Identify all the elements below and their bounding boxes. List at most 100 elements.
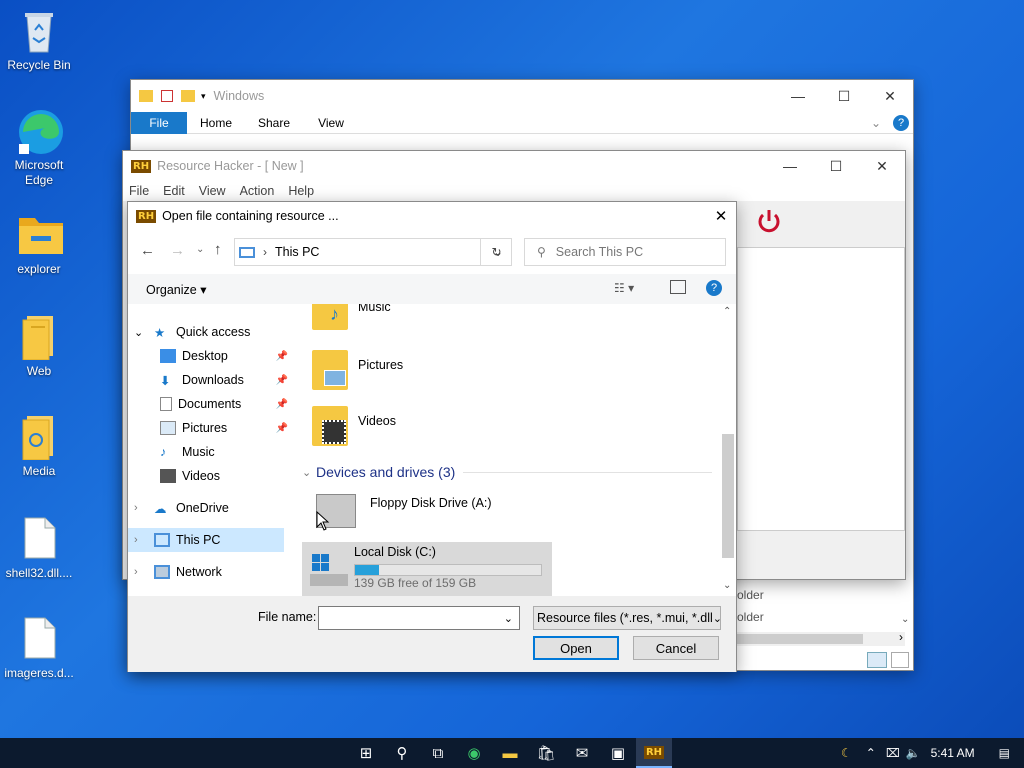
tab-share[interactable]: Share xyxy=(245,116,303,130)
properties-icon[interactable] xyxy=(161,90,173,102)
nav-label: Network xyxy=(176,565,222,579)
tab-home[interactable]: Home xyxy=(187,116,245,130)
forward-arrow-icon[interactable]: → xyxy=(170,242,185,259)
horizontal-scrollbar[interactable]: › xyxy=(737,630,905,646)
nav-documents[interactable]: Documents 📌 xyxy=(128,392,288,416)
up-arrow-icon[interactable]: ↑ xyxy=(214,241,222,258)
help-icon[interactable]: ? xyxy=(706,280,722,296)
nav-quick-access[interactable]: ⌄ ★ Quick access xyxy=(128,320,288,344)
back-arrow-icon[interactable]: ← xyxy=(140,242,155,259)
help-icon[interactable]: ? xyxy=(893,114,909,131)
nav-this-pc[interactable]: › This PC xyxy=(128,528,284,552)
minimize-button[interactable]: — xyxy=(767,158,813,175)
collapsed-chevron-icon[interactable]: › xyxy=(134,566,154,578)
explorer-list-row[interactable]: older xyxy=(737,588,764,602)
drive-item-local-disk[interactable]: Local Disk (C:) 139 GB free of 159 GB xyxy=(302,542,552,596)
power-icon[interactable] xyxy=(755,207,783,235)
recent-locations-icon[interactable]: ⌄ xyxy=(196,244,204,255)
collapsed-chevron-icon[interactable]: › xyxy=(134,534,154,546)
content-scrollbar[interactable]: ⌃ ⌄ xyxy=(720,304,736,596)
clock-time[interactable]: 5:41 AM xyxy=(931,746,975,760)
nav-videos[interactable]: Videos xyxy=(128,464,288,488)
night-light-icon[interactable]: ☾ xyxy=(841,746,852,760)
scroll-down-icon[interactable]: ⌄ xyxy=(723,580,731,591)
open-button[interactable]: Open xyxy=(533,636,619,660)
notifications-icon[interactable]: ▤ xyxy=(999,746,1010,760)
nav-network[interactable]: › Network xyxy=(128,560,288,584)
cancel-button[interactable]: Cancel xyxy=(633,636,719,660)
file-type-select[interactable]: Resource files (*.res, *.mui, *.dll ⌄ xyxy=(533,606,721,630)
desktop-icon-web[interactable]: Web xyxy=(1,314,77,379)
edge-icon[interactable]: ◉ xyxy=(456,738,492,768)
store-icon[interactable]: 🛍 xyxy=(528,738,564,768)
chevron-down-icon[interactable]: ⌄ xyxy=(871,116,881,130)
desktop-icon-shell32[interactable]: shell32.dll.... xyxy=(1,516,77,581)
pin-icon[interactable]: 📌 xyxy=(276,423,288,434)
preview-pane-icon[interactable] xyxy=(670,280,686,294)
chevron-down-icon[interactable]: ⌄ xyxy=(712,611,720,625)
app-icon[interactable]: ▣ xyxy=(600,738,636,768)
search-icon[interactable]: ⚲ xyxy=(384,738,420,768)
dropdown-icon[interactable]: ▾ xyxy=(201,91,206,102)
menu-edit[interactable]: Edit xyxy=(163,184,185,198)
close-button[interactable]: ✕ xyxy=(859,158,905,175)
chevron-down-icon[interactable]: ⌄ xyxy=(504,612,513,625)
menu-action[interactable]: Action xyxy=(240,184,275,198)
scroll-right-icon[interactable]: › xyxy=(899,630,903,644)
pin-icon[interactable]: 📌 xyxy=(276,351,288,362)
close-button[interactable]: ✕ xyxy=(867,88,913,105)
large-icons-view-button[interactable] xyxy=(891,652,909,668)
task-view-icon[interactable]: ⧉ xyxy=(420,738,456,768)
scroll-up-icon[interactable]: ⌃ xyxy=(723,306,731,317)
rh-menubar: File Edit View Action Help xyxy=(123,181,905,201)
file-explorer-icon[interactable]: ▬ xyxy=(492,738,528,768)
close-button[interactable]: ✕ xyxy=(706,207,736,225)
scroll-down-icon[interactable]: ⌄ xyxy=(901,614,909,625)
pin-icon[interactable]: 📌 xyxy=(276,375,288,386)
minimize-button[interactable]: — xyxy=(775,88,821,105)
desktop-icon-edge[interactable]: Microsoft Edge xyxy=(1,108,77,188)
nav-onedrive[interactable]: › ☁ OneDrive xyxy=(128,496,288,520)
resource-hacker-taskbar-icon[interactable]: RH xyxy=(636,738,672,768)
organize-menu[interactable]: Organize ▾ xyxy=(146,282,206,297)
details-view-button[interactable] xyxy=(867,652,887,668)
breadcrumb-chevron-icon[interactable]: › xyxy=(263,245,267,259)
nav-pictures[interactable]: Pictures 📌 xyxy=(128,416,288,440)
drive-item-floppy[interactable]: Floppy Disk Drive (A:) xyxy=(312,490,542,536)
devices-group-header[interactable]: ⌄ Devices and drives (3) xyxy=(296,462,712,482)
desktop-icon-recycle-bin[interactable]: Recycle Bin xyxy=(1,8,77,73)
chevron-up-icon[interactable]: ⌃ xyxy=(866,746,876,760)
pin-icon[interactable]: 📌 xyxy=(276,399,288,410)
folder-item-music[interactable]: ♪ Music xyxy=(312,304,512,340)
network-status-icon[interactable]: ⌧ xyxy=(886,746,900,760)
address-bar[interactable]: › This PC ⌄ xyxy=(234,238,512,266)
expanded-chevron-icon[interactable]: ⌄ xyxy=(134,326,154,339)
nav-desktop[interactable]: Desktop 📌 xyxy=(128,344,288,368)
menu-file[interactable]: File xyxy=(129,184,149,198)
refresh-button[interactable]: ↻ xyxy=(480,238,512,266)
nav-downloads[interactable]: ⬇ Downloads 📌 xyxy=(128,368,288,392)
nav-music[interactable]: ♪ Music xyxy=(128,440,288,464)
start-windows-icon[interactable]: ⊞ xyxy=(348,738,384,768)
maximize-button[interactable]: ☐ xyxy=(821,88,867,105)
folder-item-videos[interactable]: Videos xyxy=(312,406,512,450)
file-name-input[interactable]: ⌄ xyxy=(318,606,520,630)
scroll-thumb[interactable] xyxy=(722,434,734,558)
menu-help[interactable]: Help xyxy=(288,184,314,198)
desktop-icon-explorer[interactable]: explorer xyxy=(1,212,77,277)
folder-item-pictures[interactable]: Pictures xyxy=(312,350,512,394)
explorer-list-row[interactable]: older xyxy=(737,610,764,624)
view-options-icon[interactable]: ☷ ▾ xyxy=(614,281,634,295)
collapsed-chevron-icon[interactable]: › xyxy=(134,502,154,514)
mail-icon[interactable]: ✉ xyxy=(564,738,600,768)
tab-view[interactable]: View xyxy=(303,116,359,130)
rh-editor-pane[interactable] xyxy=(737,247,905,531)
maximize-button[interactable]: ☐ xyxy=(813,158,859,175)
desktop-icon-imageres[interactable]: imageres.d... xyxy=(1,616,77,681)
search-box[interactable]: ⚲ Search This PC xyxy=(524,238,726,266)
group-collapse-icon[interactable]: ⌄ xyxy=(302,466,316,479)
volume-muted-icon[interactable]: 🔈 xyxy=(906,746,921,760)
tab-file[interactable]: File xyxy=(131,111,187,134)
desktop-icon-media[interactable]: Media xyxy=(1,414,77,479)
menu-view[interactable]: View xyxy=(199,184,226,198)
